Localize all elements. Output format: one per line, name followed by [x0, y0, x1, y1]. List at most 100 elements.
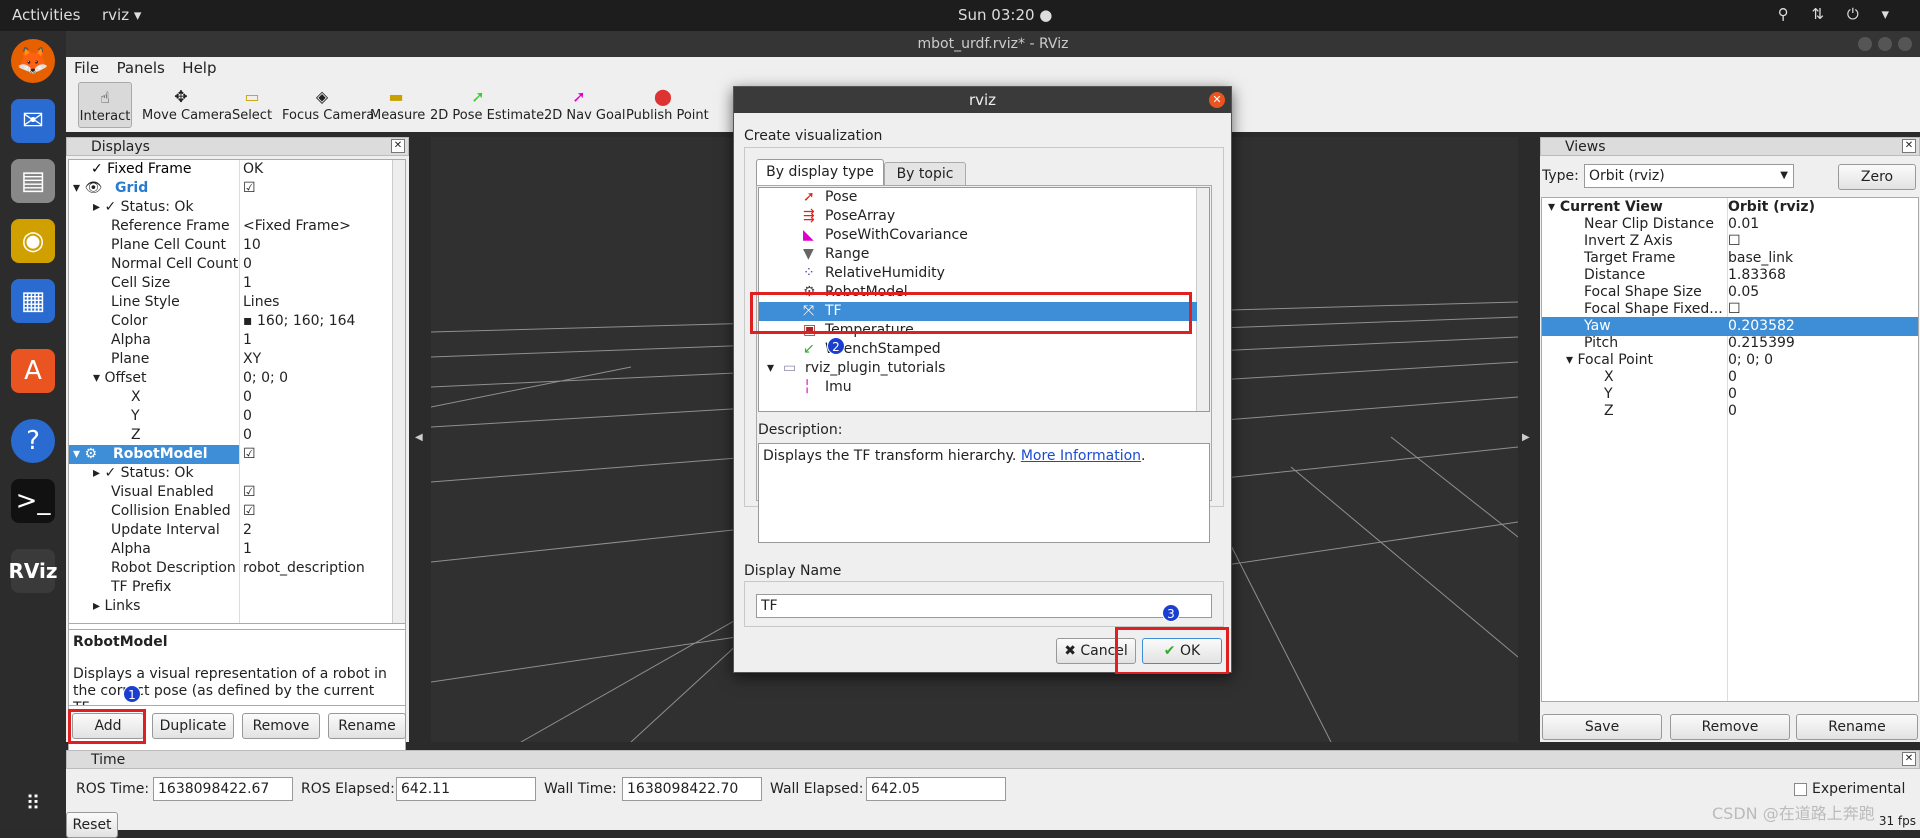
wall-elapsed-field[interactable]: 642.05 — [866, 777, 1006, 801]
display-row[interactable]: ▾ Offset 0; 0; 0 — [93, 369, 393, 388]
tab-by-display-type[interactable]: By display type — [756, 159, 884, 185]
terminal-icon[interactable]: >_ — [11, 479, 55, 523]
display-row[interactable]: Z0 — [131, 426, 401, 445]
app-menu[interactable]: rviz ▾ — [102, 6, 141, 24]
activities-button[interactable]: Activities — [12, 6, 80, 24]
display-row[interactable]: TF Prefix — [111, 578, 401, 597]
menu-file[interactable]: File — [66, 57, 104, 77]
display-row[interactable]: Normal Cell Count 0 — [111, 255, 401, 274]
rhythmbox-icon[interactable]: ◉ — [11, 219, 55, 263]
files-icon[interactable]: ▤ — [11, 159, 55, 203]
tool-2d-nav-goal[interactable]: ➚ 2D Nav Goal — [544, 82, 626, 128]
writer-icon[interactable]: ▦ — [11, 279, 55, 323]
experimental-checkbox[interactable] — [1794, 783, 1807, 796]
ros-elapsed-field[interactable]: 642.11 — [396, 777, 536, 801]
ros-time-field[interactable]: 1638098422.67 — [153, 777, 293, 801]
rviz-icon[interactable]: RViz — [8, 549, 58, 593]
display-row[interactable]: Update Interval 2 — [111, 521, 401, 540]
display-row[interactable]: Plane XY — [111, 350, 401, 369]
prop-name: Plane Cell Count — [111, 237, 227, 253]
expand-icon[interactable]: ▾ 👁 — [73, 179, 102, 198]
tool-publish-point[interactable]: ⬤ Publish Point — [626, 82, 709, 128]
display-row[interactable]: Visual Enabled ☑ — [111, 483, 401, 502]
checkbox-glyph[interactable]: ☑ — [243, 502, 256, 521]
tool-select[interactable]: ▭ Select — [230, 82, 274, 128]
prop-value: robot_description — [243, 560, 365, 576]
tool-measure[interactable]: ▬ Measure — [370, 82, 425, 128]
list-item-label: PoseArray — [825, 208, 896, 224]
prop-value: 10 — [243, 237, 261, 253]
view-type-select[interactable]: Orbit (rviz) ▼ — [1584, 164, 1794, 188]
close-icon[interactable]: ✕ — [1902, 139, 1916, 153]
tool-2d-pose-estimate[interactable]: ➚ 2D Pose Estimate — [430, 82, 544, 128]
display-grid-row[interactable]: ▾ 👁 Grid ☑ — [73, 179, 391, 198]
display-row[interactable]: Collision Enabled ☑ — [111, 502, 401, 521]
color-value: ▪ 160; 160; 164 — [243, 313, 356, 329]
list-item-label: Pose — [825, 189, 858, 205]
list-scrollbar[interactable] — [1196, 188, 1209, 411]
remove-button[interactable]: Remove — [242, 713, 320, 739]
expand-icon[interactable]: ▾ ⚙ — [73, 445, 97, 464]
menu-panels[interactable]: Panels — [109, 57, 170, 77]
menu-help[interactable]: Help — [174, 57, 221, 77]
display-name: RobotModel — [113, 446, 208, 462]
software-icon[interactable]: A — [11, 349, 55, 393]
maximize-icon[interactable] — [1878, 37, 1892, 51]
display-row[interactable]: ▸ ✓ Status: Ok — [93, 464, 393, 483]
annotation-badge-3: 3 — [1162, 604, 1180, 622]
collapse-right-icon[interactable]: ▶ — [1522, 432, 1530, 443]
help-icon[interactable]: ? — [11, 419, 55, 463]
display-row[interactable]: X0 — [131, 388, 401, 407]
display-row[interactable]: Reference Frame <Fixed Frame> — [111, 217, 401, 236]
more-information-link[interactable]: More Information — [1021, 448, 1141, 464]
system-tray[interactable]: ⚲ ⇅ ⏻ ▾ — [1778, 5, 1898, 23]
views-remove-button[interactable]: Remove — [1670, 714, 1790, 740]
display-row[interactable]: ▸ ✓ Status: Ok — [93, 198, 393, 217]
prop-name: X — [131, 389, 141, 405]
tool-focus-camera[interactable]: ◈ Focus Camera — [282, 82, 374, 128]
display-name-input[interactable]: TF — [756, 594, 1212, 618]
firefox-icon[interactable]: 🦊 — [11, 39, 55, 83]
display-robotmodel-row[interactable]: ▾ ⚙ RobotModel — [69, 445, 239, 464]
views-rename-button[interactable]: Rename — [1796, 714, 1918, 740]
view-row[interactable]: Z0 — [1604, 402, 1914, 421]
tab-by-topic[interactable]: By topic — [884, 162, 966, 185]
views-panel: Views ✕ Type: Orbit (rviz) ▼ Zero ▾ Curren… — [1540, 137, 1920, 742]
display-row[interactable]: Alpha 1 — [111, 540, 401, 559]
display-row[interactable]: Color ▪ 160; 160; 164 — [111, 312, 401, 331]
close-icon[interactable]: ✕ — [391, 139, 405, 153]
close-icon[interactable]: ✕ — [1902, 752, 1916, 766]
dialog-title: rviz — [968, 91, 997, 109]
collapse-left-icon[interactable]: ◀ — [415, 432, 423, 443]
views-property-tree[interactable]: ▾ Current View Orbit (rviz) Near Clip Dis… — [1541, 197, 1919, 702]
display-row[interactable]: Robot Description robot_description — [111, 559, 401, 578]
display-enabled-checkbox[interactable]: ☑ — [243, 445, 273, 464]
wall-time-field[interactable]: 1638098422.70 — [622, 777, 762, 801]
displays-property-tree[interactable]: ✓ Fixed Frame OK ▾ 👁 Grid ☑ ▸ ✓ Status: Ok … — [68, 159, 406, 624]
clock[interactable]: Sun 03:20 ● — [958, 6, 1052, 24]
views-save-button[interactable]: Save — [1542, 714, 1662, 740]
expand-icon[interactable]: ▾ — [767, 359, 774, 378]
zero-button[interactable]: Zero — [1838, 164, 1916, 190]
prop-name: Visual Enabled — [111, 484, 214, 500]
close-icon[interactable]: ✕ — [1209, 92, 1225, 108]
close-window-icon[interactable] — [1898, 37, 1912, 51]
display-row[interactable]: ▸ Links — [93, 597, 393, 616]
display-row[interactable]: Line Style Lines — [111, 293, 401, 312]
display-row[interactable]: Y0 — [131, 407, 401, 426]
checkbox-glyph[interactable]: ☑ — [243, 483, 256, 502]
display-row[interactable]: Alpha 1 — [111, 331, 401, 350]
show-apps-icon[interactable]: ⠿ — [11, 781, 55, 825]
display-row[interactable]: Plane Cell Count 10 — [111, 236, 401, 255]
duplicate-button[interactable]: Duplicate — [152, 713, 234, 739]
prop-name: Robot Description — [111, 560, 236, 576]
display-row[interactable]: ✓ Fixed Frame OK — [91, 160, 391, 179]
display-row[interactable]: Cell Size 1 — [111, 274, 401, 293]
reset-button[interactable]: Reset — [66, 812, 118, 838]
minimize-icon[interactable] — [1858, 37, 1872, 51]
display-enabled-checkbox[interactable]: ☑ — [243, 179, 256, 198]
tool-interact[interactable]: ☝ Interact — [78, 82, 132, 128]
tool-move-camera[interactable]: ✥ Move Camera — [142, 82, 232, 128]
thunderbird-icon[interactable]: ✉ — [11, 99, 55, 143]
rename-button[interactable]: Rename — [328, 713, 406, 739]
